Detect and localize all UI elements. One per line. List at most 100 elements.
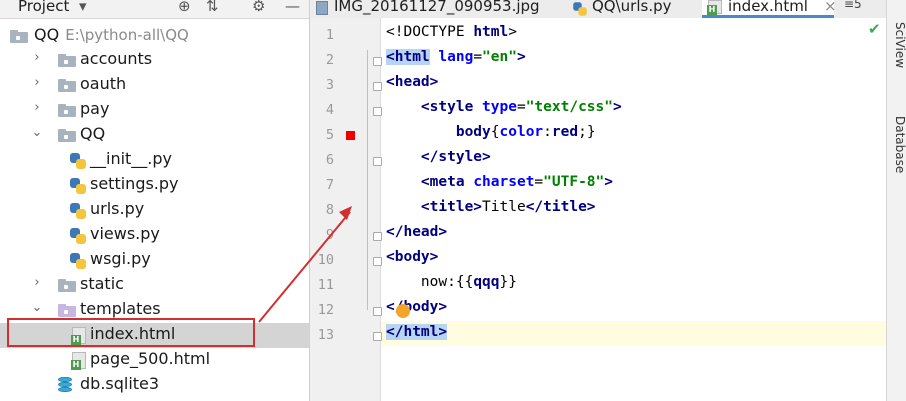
code-line[interactable]: <!DOCTYPE html> <box>386 24 906 49</box>
folder-icon <box>58 279 76 292</box>
database-tool[interactable]: Database <box>887 116 906 173</box>
tree-item[interactable]: Hpage_500.html <box>0 348 310 373</box>
python-icon <box>70 178 86 194</box>
chevron-right-icon[interactable]: › <box>30 50 44 65</box>
code-token: body <box>455 124 491 140</box>
tree-item[interactable]: QQ E:\python-all\QQ <box>0 24 310 49</box>
tab-urls-py[interactable]: QQ\urls.py <box>566 0 700 18</box>
fold-marker[interactable] <box>373 307 382 316</box>
target-icon[interactable]: ⊕ <box>178 0 191 15</box>
code-token: > <box>516 49 526 65</box>
tree-item-label: page_500.html <box>90 349 211 368</box>
fold-marker[interactable] <box>373 157 382 166</box>
tree-item-label: urls.py <box>90 199 145 218</box>
code-editor[interactable]: 1 <!DOCTYPE html> 2 <html lang="en"> 3 <head>… <box>310 18 886 401</box>
fold-marker[interactable] <box>373 257 382 266</box>
line-number: 11 <box>317 277 334 293</box>
code-line[interactable]: now:{{qqq}} <box>386 274 906 299</box>
tree-item-label: accounts <box>80 49 153 68</box>
code-token: "UTF-8" <box>543 174 605 190</box>
code-line[interactable]: <head> <box>386 74 906 99</box>
tab-index-html[interactable]: H index.html × <box>702 0 837 18</box>
fold-marker[interactable] <box>373 232 382 241</box>
code-token: <!DOCTYPE <box>386 24 474 40</box>
tree-item-label: templates <box>80 299 161 318</box>
code-token: now:{{ <box>386 274 474 290</box>
code-token: </html> <box>386 324 448 340</box>
tree-item[interactable]: wsgi.py <box>0 248 310 273</box>
chevron-right-icon[interactable]: › <box>30 75 44 90</box>
python-icon <box>70 253 86 269</box>
code-line[interactable]: <body> <box>386 249 906 274</box>
code-line[interactable]: </head> <box>386 224 906 249</box>
tab-image[interactable]: IMG_20161127_090953.jpg <box>310 0 562 18</box>
tree-item[interactable]: settings.py <box>0 173 310 198</box>
code-token: }} <box>499 274 517 290</box>
breakpoint-marker[interactable] <box>346 131 355 140</box>
project-path: E:\python-all\QQ <box>65 26 189 44</box>
tree-item[interactable]: db.sqlite3 <box>0 373 310 398</box>
code-token: <head> <box>386 74 439 90</box>
chevron-down-icon[interactable]: ⌄ <box>30 125 44 140</box>
close-icon[interactable]: × <box>824 0 837 15</box>
image-icon <box>316 1 328 15</box>
code-line[interactable]: <meta charset="UTF-8"> <box>386 174 906 199</box>
code-token: <title> <box>420 199 483 215</box>
code-line[interactable]: <html lang="en"> <box>386 49 906 74</box>
tab-overflow[interactable]: ≡5 <box>844 0 862 11</box>
code-line[interactable]: </body> <box>386 299 906 324</box>
python-icon <box>70 203 86 219</box>
code-line[interactable]: </html> <box>386 324 906 349</box>
chevron-down-icon[interactable]: ▾ <box>79 0 87 15</box>
tree-item[interactable]: ⌄ QQ <box>0 123 310 148</box>
lightbulb-icon[interactable] <box>396 304 410 318</box>
tree-item[interactable]: › accounts <box>0 48 310 73</box>
tag-tree-line <box>367 50 368 310</box>
tree-item[interactable]: › pay <box>0 98 310 123</box>
code-token: charset <box>473 174 535 190</box>
code-token: Title <box>482 199 526 215</box>
project-panel-title[interactable]: Project <box>18 0 69 15</box>
tree-item[interactable]: views.py <box>0 223 310 248</box>
code-token: type <box>482 99 517 115</box>
folder-icon <box>58 104 76 117</box>
code-line[interactable]: <style type="text/css"> <box>386 99 906 124</box>
project-panel: Project ▾ ⊕ ⇅ ⚙ — QQ E:\python-all\QQ › acc… <box>0 0 310 401</box>
tree-item-label: QQ <box>80 124 106 143</box>
fold-marker[interactable] <box>373 82 382 91</box>
right-tool-strip: SciView Database <box>886 0 906 401</box>
collapse-icon[interactable]: ⇅ <box>206 0 219 15</box>
code-token: </title> <box>525 199 596 215</box>
code-line[interactable]: body{color:red;} <box>386 124 906 149</box>
tree-item[interactable]: __init__.py <box>0 148 310 173</box>
sciview-tool[interactable]: SciView <box>887 22 906 68</box>
python-icon <box>70 153 86 169</box>
line-number: 4 <box>325 102 334 118</box>
code-token: <body> <box>386 249 439 265</box>
chevron-right-icon[interactable]: › <box>30 100 44 115</box>
tab-label: QQ\urls.py <box>592 0 672 15</box>
code-token: "text/css" <box>525 99 614 115</box>
tree-item[interactable]: urls.py <box>0 198 310 223</box>
code-token: > <box>508 24 517 40</box>
hide-icon[interactable]: — <box>285 0 300 15</box>
code-token: "en" <box>482 49 517 65</box>
editor-tabs: IMG_20161127_090953.jpg QQ\urls.py H ind… <box>310 0 886 19</box>
fold-marker[interactable] <box>373 107 382 116</box>
chevron-down-icon[interactable]: ⌄ <box>30 300 44 315</box>
tree-item[interactable]: › oauth <box>0 73 310 98</box>
fold-marker[interactable] <box>373 332 382 341</box>
code-line[interactable]: <title>Title</title> <box>386 199 906 224</box>
line-number: 2 <box>325 52 334 68</box>
annotation-highlight-box <box>7 318 255 347</box>
fold-marker[interactable] <box>373 57 382 66</box>
chevron-right-icon[interactable]: › <box>30 275 44 290</box>
code-line[interactable]: </style> <box>386 149 906 174</box>
gear-icon[interactable]: ⚙ <box>252 0 265 15</box>
line-number: 6 <box>325 152 334 168</box>
tree-item[interactable]: › static <box>0 273 310 298</box>
